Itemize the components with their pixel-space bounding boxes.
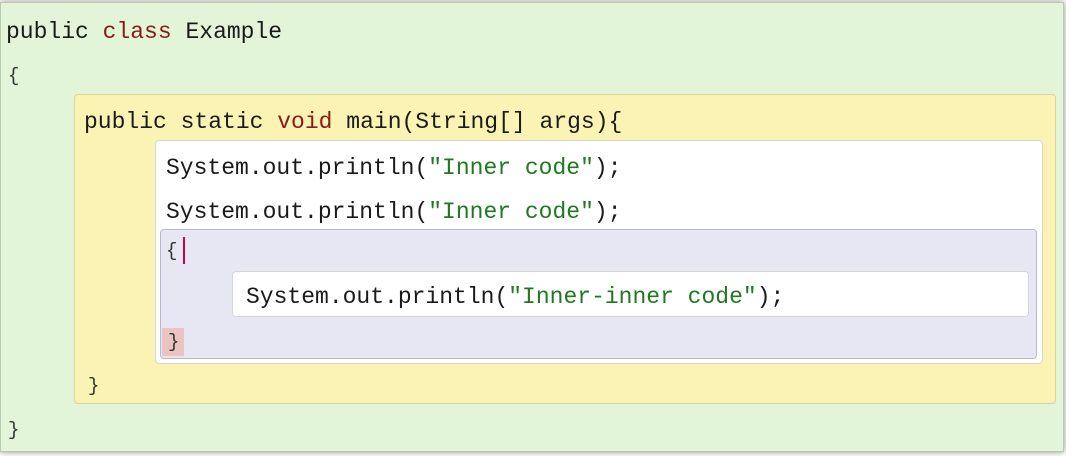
code-line-inner-open-brace[interactable]: { — [166, 235, 177, 267]
open-brace: { — [8, 65, 20, 87]
keyword-void: void — [277, 109, 333, 135]
println-call: System.out.println( — [166, 199, 429, 225]
code-line-println-1[interactable]: System.out.println("Inner code"); — [166, 152, 622, 184]
code-line-println-2[interactable]: System.out.println("Inner code"); — [166, 196, 622, 228]
code-line-class-close-brace[interactable]: } — [8, 414, 19, 446]
statement-end: ); — [756, 284, 785, 310]
statement-end: ); — [593, 155, 622, 181]
class-name: Example — [185, 19, 283, 45]
text-caret — [183, 237, 185, 264]
code-line-println-3[interactable]: System.out.println("Inner-inner code"); — [246, 281, 784, 313]
println-call: System.out.println( — [166, 155, 429, 181]
keyword-class: class — [102, 19, 172, 45]
close-brace: } — [88, 375, 100, 397]
code-line-class-open-brace[interactable]: { — [8, 60, 19, 92]
println-call: System.out.println( — [246, 284, 509, 310]
code-line-method-close-brace[interactable]: } — [88, 370, 99, 402]
string-literal: "Inner-inner code" — [508, 284, 757, 310]
keyword-public: public — [6, 19, 89, 45]
method-modifiers: public static — [84, 109, 264, 135]
close-brace: } — [168, 331, 180, 353]
string-literal: "Inner code" — [428, 199, 594, 225]
code-line-method-signature[interactable]: public static void main(String[] args){ — [84, 106, 622, 138]
statement-end: ); — [593, 199, 622, 225]
code-line-inner-close-brace[interactable]: } — [168, 326, 179, 358]
code-line-class-declaration[interactable]: public class Example — [6, 16, 282, 48]
method-signature: main(String[] args){ — [346, 109, 623, 135]
string-literal: "Inner code" — [428, 155, 594, 181]
close-brace: } — [8, 419, 20, 441]
open-brace: { — [166, 240, 178, 262]
